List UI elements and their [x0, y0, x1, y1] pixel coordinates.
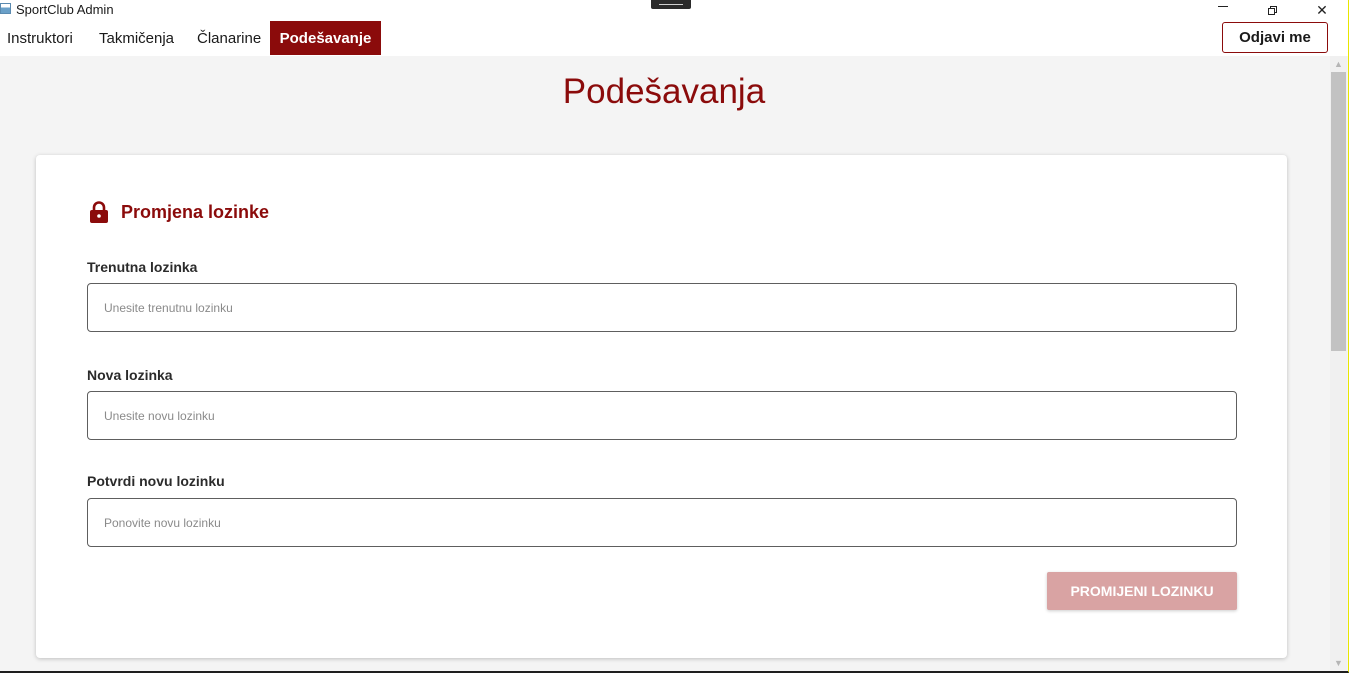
- restore-icon: [1267, 5, 1277, 15]
- lock-icon: [90, 201, 108, 223]
- tab-podesavanje[interactable]: Podešavanje: [270, 21, 381, 55]
- tab-clanarine[interactable]: Članarine: [197, 21, 261, 55]
- vertical-scrollbar[interactable]: ▲ ▼: [1330, 56, 1347, 670]
- app-icon: [0, 3, 11, 14]
- confirm-password-input[interactable]: [87, 498, 1237, 547]
- title-bar[interactable]: SportClub Admin ✕: [0, 0, 1348, 20]
- tab-takmicenja[interactable]: Takmičenja: [99, 21, 174, 55]
- confirm-password-label: Potvrdi novu lozinku: [87, 473, 225, 489]
- page-title: Podešavanja: [562, 72, 766, 111]
- close-icon: ✕: [1316, 1, 1328, 18]
- maximize-button[interactable]: [1249, 0, 1295, 20]
- new-password-input[interactable]: [87, 391, 1237, 440]
- close-button[interactable]: ✕: [1299, 0, 1345, 20]
- current-password-input[interactable]: [87, 283, 1237, 332]
- nav-bar: Instruktori Takmičenja Članarine Podešav…: [0, 20, 1348, 56]
- drag-handle[interactable]: [651, 0, 691, 9]
- new-password-label: Nova lozinka: [87, 367, 173, 383]
- scroll-down-icon[interactable]: ▼: [1330, 655, 1347, 670]
- change-password-button[interactable]: PROMIJENI LOZINKU: [1047, 572, 1237, 610]
- scroll-up-icon[interactable]: ▲: [1330, 56, 1347, 71]
- scroll-thumb[interactable]: [1331, 72, 1346, 351]
- password-card: Promjena lozinke Trenutna lozinka Nova l…: [36, 155, 1287, 658]
- window-title: SportClub Admin: [16, 2, 114, 17]
- current-password-label: Trenutna lozinka: [87, 259, 198, 275]
- section-title: Promjena lozinke: [121, 201, 270, 222]
- minimize-button[interactable]: [1200, 0, 1246, 20]
- tab-instruktori[interactable]: Instruktori: [7, 21, 73, 55]
- app-window: SportClub Admin ✕ Instruktori Takmičenja…: [0, 0, 1349, 673]
- minimize-icon: [1218, 5, 1228, 7]
- logout-button[interactable]: Odjavi me: [1222, 22, 1328, 53]
- section-header: Promjena lozinke: [89, 201, 269, 223]
